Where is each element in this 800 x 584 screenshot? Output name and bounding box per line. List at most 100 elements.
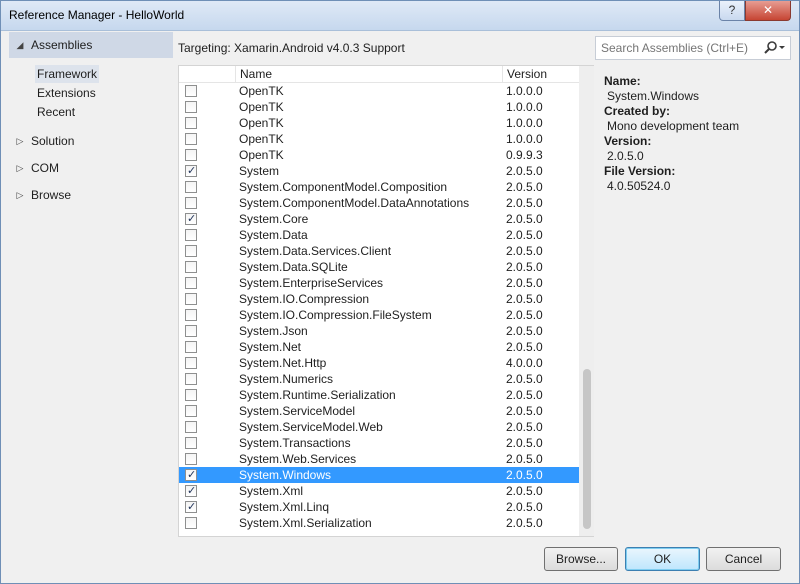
row-version: 0.9.9.3 [506,148,543,162]
row-checkbox[interactable] [185,467,197,483]
row-checkbox[interactable] [185,211,197,227]
row-checkbox[interactable] [185,245,197,257]
row-version: 2.0.5.0 [506,436,543,450]
table-row[interactable]: OpenTK 1.0.0.0 [179,131,579,147]
row-checkbox[interactable] [185,357,197,369]
table-row[interactable]: System.EnterpriseServices 2.0.5.0 [179,275,579,291]
nav-solution[interactable]: ▷ Solution [13,130,75,152]
table-row[interactable]: System.Numerics 2.0.5.0 [179,371,579,387]
close-button[interactable]: ✕ [745,1,791,21]
table-row[interactable]: OpenTK 1.0.0.0 [179,115,579,131]
table-row[interactable]: System.Net 2.0.5.0 [179,339,579,355]
detail-version-value: 2.0.5.0 [607,149,644,163]
row-version: 2.0.5.0 [506,452,543,466]
row-checkbox[interactable] [185,389,197,401]
vertical-scrollbar[interactable] [579,66,594,536]
title-bar[interactable]: Reference Manager - HelloWorld ? ✕ [1,1,799,31]
table-row[interactable]: System.IO.Compression 2.0.5.0 [179,291,579,307]
ok-button[interactable]: OK [625,547,700,571]
table-row[interactable]: System.ServiceModel 2.0.5.0 [179,403,579,419]
table-row[interactable]: System.ComponentModel.Composition 2.0.5.0 [179,179,579,195]
browse-button[interactable]: Browse... [544,547,618,571]
row-name: System.Transactions [239,436,351,450]
table-row[interactable]: System.Xml 2.0.5.0 [179,483,579,499]
nav-item-extensions[interactable]: Extensions [35,84,98,102]
table-row[interactable]: System.Data.SQLite 2.0.5.0 [179,259,579,275]
row-checkbox[interactable] [185,117,197,129]
row-version: 2.0.5.0 [506,468,543,482]
table-row[interactable]: System.Xml.Linq 2.0.5.0 [179,499,579,515]
table-row[interactable]: System.ServiceModel.Web 2.0.5.0 [179,419,579,435]
table-row[interactable]: System.Data 2.0.5.0 [179,227,579,243]
table-row[interactable]: OpenTK 1.0.0.0 [179,83,579,99]
row-name: OpenTK [239,100,284,114]
table-row[interactable]: System.IO.Compression.FileSystem 2.0.5.0 [179,307,579,323]
row-checkbox[interactable] [185,483,197,499]
row-name: System.Data [239,228,308,242]
nav-assemblies[interactable]: ◢ Assemblies [9,32,173,58]
row-name: System.IO.Compression [239,292,370,306]
table-row[interactable]: System 2.0.5.0 [179,163,579,179]
column-header-version[interactable]: Version [502,66,579,83]
table-row[interactable]: System.Xml.Serialization 2.0.5.0 [179,515,579,531]
search-box[interactable] [595,36,791,60]
row-checkbox[interactable] [185,85,197,97]
collapse-arrow-icon[interactable]: ◢ [13,40,27,51]
table-row[interactable]: System.Runtime.Serialization 2.0.5.0 [179,387,579,403]
search-input[interactable] [601,40,761,56]
row-checkbox[interactable] [185,181,197,193]
row-checkbox[interactable] [185,421,197,433]
table-row[interactable]: System.Data.Services.Client 2.0.5.0 [179,243,579,259]
row-checkbox[interactable] [185,517,197,529]
table-row[interactable]: System.ComponentModel.DataAnnotations 2.0… [179,195,579,211]
row-checkbox[interactable] [185,405,197,417]
nav-solution-label: Solution [31,134,75,148]
row-checkbox[interactable] [185,453,197,465]
row-checkbox[interactable] [185,101,197,113]
table-row[interactable]: OpenTK 0.9.9.3 [179,147,579,163]
expand-arrow-icon[interactable]: ▷ [13,136,27,147]
nav-browse[interactable]: ▷ Browse [13,184,71,206]
row-checkbox[interactable] [185,149,197,161]
row-checkbox[interactable] [185,309,197,321]
row-version: 2.0.5.0 [506,516,543,530]
row-checkbox[interactable] [185,229,197,241]
row-checkbox[interactable] [185,261,197,273]
expand-arrow-icon[interactable]: ▷ [13,190,27,201]
detail-created-value: Mono development team [607,119,740,133]
nav-item-framework[interactable]: Framework [35,65,100,83]
row-checkbox[interactable] [185,341,197,353]
table-row[interactable]: System.Json 2.0.5.0 [179,323,579,339]
search-icon[interactable] [763,39,789,57]
cancel-button[interactable]: Cancel [706,547,781,571]
column-header-name[interactable]: Name [235,66,502,83]
row-checkbox[interactable] [185,325,197,337]
nav-com[interactable]: ▷ COM [13,157,59,179]
row-name: System.Xml.Serialization [239,516,372,530]
table-row[interactable]: System.Net.Http 4.0.0.0 [179,355,579,371]
row-checkbox[interactable] [185,133,197,145]
table-row[interactable]: System.Transactions 2.0.5.0 [179,435,579,451]
row-checkbox[interactable] [185,197,197,209]
scrollbar-thumb[interactable] [583,369,591,529]
row-checkbox[interactable] [185,437,197,449]
help-button[interactable]: ? [719,1,745,21]
assembly-list[interactable]: Name Version OpenTK 1.0.0.0 OpenTK 1.0.0.0 O… [178,65,594,537]
nav-item-recent[interactable]: Recent [35,103,77,121]
row-checkbox[interactable] [185,499,197,515]
row-checkbox[interactable] [185,277,197,289]
row-version: 2.0.5.0 [506,164,543,178]
table-row[interactable]: OpenTK 1.0.0.0 [179,99,579,115]
row-name: System.IO.Compression.FileSystem [239,308,432,322]
detail-file-version-value: 4.0.50524.0 [607,179,671,193]
table-row[interactable]: System.Windows 2.0.5.0 [179,467,579,483]
table-row[interactable]: System.Web.Services 2.0.5.0 [179,451,579,467]
row-checkbox[interactable] [185,373,197,385]
row-name: System.ComponentModel.Composition [239,180,448,194]
row-version: 2.0.5.0 [506,372,543,386]
row-checkbox[interactable] [185,163,197,179]
row-checkbox[interactable] [185,293,197,305]
expand-arrow-icon[interactable]: ▷ [13,163,27,174]
table-row[interactable]: System.Core 2.0.5.0 [179,211,579,227]
row-name: System.Windows [239,468,332,482]
